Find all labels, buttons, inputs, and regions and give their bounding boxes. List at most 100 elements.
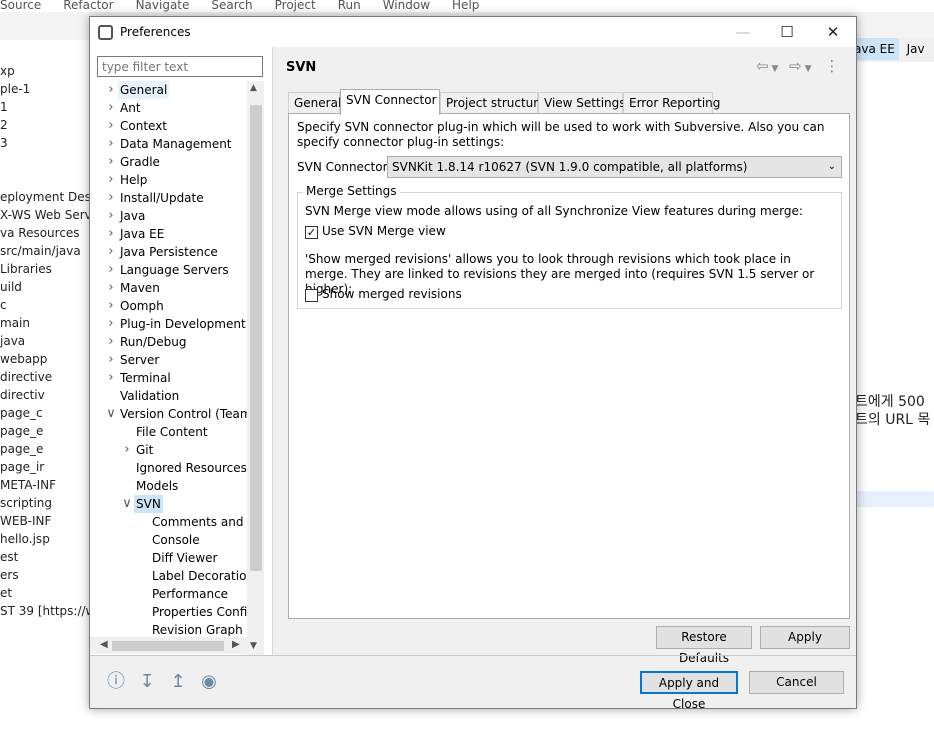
- tree-item[interactable]: Java Persistence: [118, 243, 220, 261]
- tree-item[interactable]: Label Decorations: [150, 567, 248, 585]
- collapsed-chevron-icon[interactable]: ›: [106, 263, 116, 276]
- explorer-item[interactable]: directiv: [0, 386, 90, 404]
- background-menu-item[interactable]: Help: [452, 0, 479, 12]
- explorer-item[interactable]: Libraries: [0, 260, 90, 278]
- show-merged-revisions-checkbox[interactable]: [305, 289, 318, 302]
- explorer-item[interactable]: X-WS Web Servi: [0, 206, 90, 224]
- tree-item[interactable]: Install/Update: [118, 189, 206, 207]
- scroll-right-icon[interactable]: ▶: [232, 639, 240, 650]
- explorer-item[interactable]: directive: [0, 368, 90, 386]
- tree-item[interactable]: SVN: [134, 495, 163, 513]
- apply-button[interactable]: Apply: [760, 626, 850, 649]
- explorer-item[interactable]: va Resources: [0, 224, 90, 242]
- explorer-item[interactable]: [0, 170, 90, 188]
- tree-item[interactable]: Data Management: [118, 135, 234, 153]
- tree-item[interactable]: Properties Configu: [150, 603, 248, 621]
- filter-input[interactable]: [97, 56, 263, 77]
- back-icon[interactable]: ⇦: [756, 57, 769, 75]
- tree-item[interactable]: Console: [150, 531, 202, 549]
- forward-icon[interactable]: ⇨: [789, 57, 802, 75]
- explorer-item[interactable]: page_e: [0, 422, 90, 440]
- background-menu-item[interactable]: Source: [0, 0, 41, 12]
- connector-select[interactable]: SVNKit 1.8.14 r10627 (SVN 1.9.0 compatib…: [387, 156, 842, 178]
- view-menu-icon[interactable]: ⋮: [824, 57, 839, 75]
- explorer-item[interactable]: scripting: [0, 494, 90, 512]
- collapsed-chevron-icon[interactable]: ›: [106, 191, 116, 204]
- explorer-item[interactable]: xp: [0, 62, 90, 80]
- tree-item[interactable]: Plug-in Development: [118, 315, 248, 333]
- scroll-down-icon[interactable]: ▼: [250, 641, 257, 651]
- use-merge-view-checkbox[interactable]: ✓: [305, 226, 318, 239]
- tree-item[interactable]: General: [118, 81, 170, 99]
- explorer-item[interactable]: page_ir: [0, 458, 90, 476]
- collapsed-chevron-icon[interactable]: ›: [106, 281, 116, 294]
- explorer-item[interactable]: main: [0, 314, 90, 332]
- tree-item[interactable]: Server: [118, 351, 161, 369]
- explorer-item[interactable]: est: [0, 548, 90, 566]
- maximize-icon[interactable]: ☐: [764, 17, 810, 47]
- explorer-item[interactable]: c: [0, 296, 90, 314]
- collapsed-chevron-icon[interactable]: ›: [106, 137, 116, 150]
- explorer-item[interactable]: ple-1: [0, 80, 90, 98]
- scroll-left-icon[interactable]: ◀: [100, 639, 108, 650]
- tree-item[interactable]: Comments and In: [150, 513, 248, 531]
- collapsed-chevron-icon[interactable]: ›: [106, 83, 116, 96]
- tree-item[interactable]: Ant: [118, 99, 143, 117]
- tree-item[interactable]: Java EE: [118, 225, 166, 243]
- collapsed-chevron-icon[interactable]: ›: [106, 245, 116, 258]
- tree-item[interactable]: Version Control (Team): [118, 405, 248, 423]
- collapsed-chevron-icon[interactable]: ›: [106, 353, 116, 366]
- explorer-item[interactable]: META-INF: [0, 476, 90, 494]
- tree-item[interactable]: Git: [134, 441, 155, 459]
- collapsed-chevron-icon[interactable]: ›: [106, 317, 116, 330]
- tree-item[interactable]: Terminal: [118, 369, 173, 387]
- background-menu-item[interactable]: Project: [275, 0, 316, 12]
- expanded-chevron-icon[interactable]: ∨: [106, 407, 116, 420]
- tree-item[interactable]: Performance: [150, 585, 230, 603]
- explorer-item[interactable]: 2: [0, 116, 90, 134]
- close-icon[interactable]: ✕: [810, 17, 856, 47]
- tab-general[interactable]: General: [288, 92, 341, 114]
- expanded-chevron-icon[interactable]: ∨: [122, 497, 132, 510]
- explorer-item[interactable]: et: [0, 584, 90, 602]
- import-icon[interactable]: ↧: [136, 671, 158, 693]
- tree-item[interactable]: Context: [118, 117, 169, 135]
- collapsed-chevron-icon[interactable]: ›: [106, 335, 116, 348]
- tree-item[interactable]: File Content: [134, 423, 210, 441]
- tree-item[interactable]: Gradle: [118, 153, 162, 171]
- explorer-item[interactable]: 1: [0, 98, 90, 116]
- help-icon[interactable]: ⓘ: [105, 671, 127, 693]
- export-icon[interactable]: ↥: [167, 671, 189, 693]
- tree-horizontal-thumb[interactable]: [112, 641, 224, 651]
- cancel-button[interactable]: Cancel: [749, 671, 844, 694]
- tree-item[interactable]: Validation: [118, 387, 181, 405]
- explorer-item[interactable]: page_e: [0, 440, 90, 458]
- explorer-item[interactable]: hello.jsp: [0, 530, 90, 548]
- tree-item[interactable]: Ignored Resources: [134, 459, 248, 477]
- tree-item[interactable]: Help: [118, 171, 149, 189]
- forward-menu-icon[interactable]: ▼: [802, 64, 812, 74]
- background-menu-item[interactable]: Search: [211, 0, 252, 12]
- perspective-java-ee[interactable]: ava EE: [850, 38, 899, 60]
- minimize-icon[interactable]: —: [720, 17, 766, 47]
- collapsed-chevron-icon[interactable]: ›: [106, 209, 116, 222]
- tree-item[interactable]: Java: [118, 207, 147, 225]
- scroll-up-icon[interactable]: ▲: [250, 83, 257, 93]
- tab-project-structure[interactable]: Project structure: [440, 92, 545, 114]
- oomph-record-icon[interactable]: ◉: [198, 671, 220, 693]
- tree-item[interactable]: Models: [134, 477, 180, 495]
- explorer-item[interactable]: uild: [0, 278, 90, 296]
- tree-item[interactable]: Diff Viewer: [150, 549, 219, 567]
- tab-view-settings[interactable]: View Settings: [538, 92, 626, 114]
- explorer-item[interactable]: java: [0, 332, 90, 350]
- collapsed-chevron-icon[interactable]: ›: [106, 299, 116, 312]
- explorer-item[interactable]: page_c: [0, 404, 90, 422]
- explorer-item[interactable]: ers: [0, 566, 90, 584]
- explorer-item[interactable]: webapp: [0, 350, 90, 368]
- explorer-item[interactable]: WEB-INF: [0, 512, 90, 530]
- tab-svn-connector[interactable]: SVN Connector: [340, 89, 440, 115]
- restore-defaults-button[interactable]: Restore Defaults: [656, 626, 752, 665]
- tree-vertical-thumb[interactable]: [250, 105, 262, 571]
- tree-item[interactable]: Language Servers: [118, 261, 231, 279]
- background-menu-item[interactable]: Navigate: [136, 0, 190, 12]
